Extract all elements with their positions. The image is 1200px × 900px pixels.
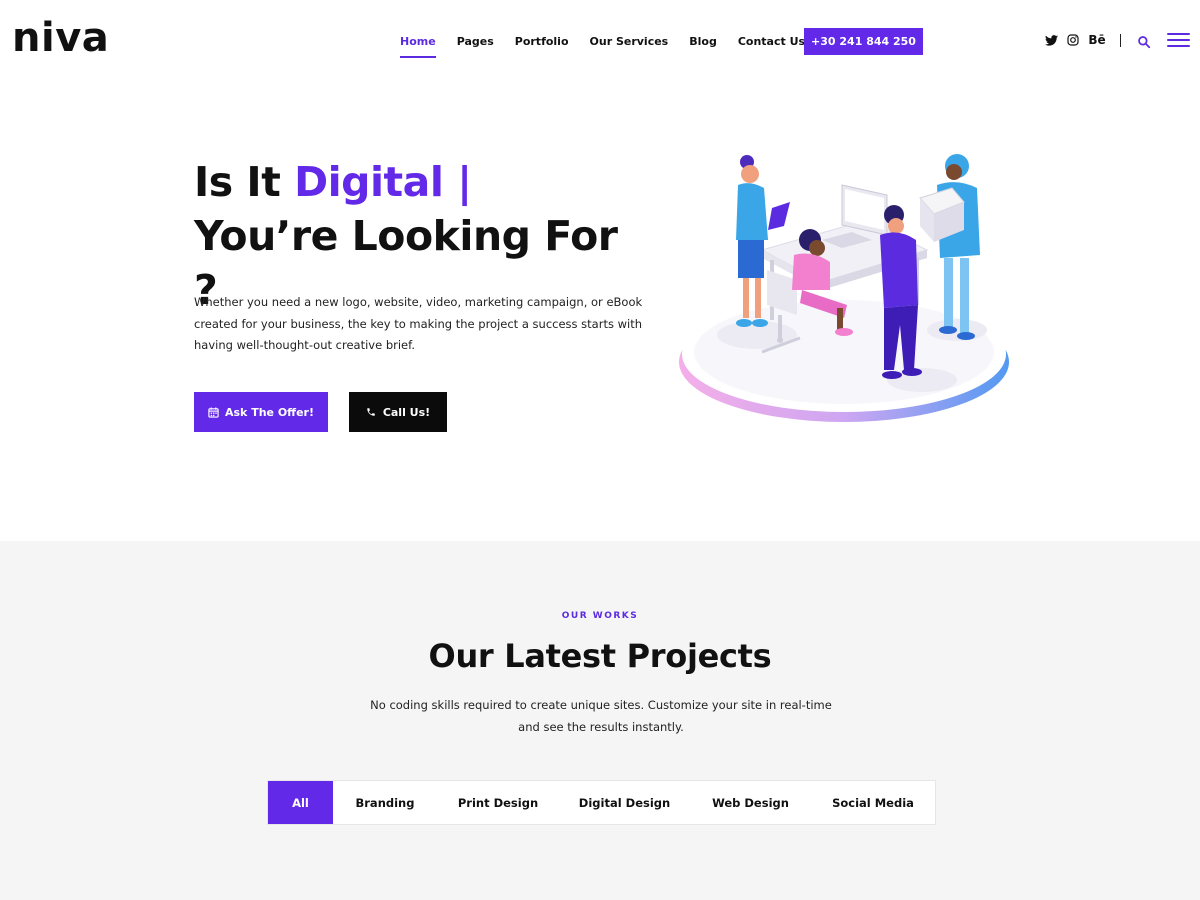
search-icon[interactable] [1137,34,1151,49]
nav-item-blog[interactable]: Blog [689,28,717,56]
calendar-icon [208,406,219,418]
works-section: OUR WORKS Our Latest Projects No coding … [0,541,1200,900]
phone-icon [366,407,377,418]
call-us-button[interactable]: Call Us! [349,392,447,432]
nav-item-our-services[interactable]: Our Services [590,28,669,56]
hero-illustration [679,154,1009,422]
filter-branding[interactable]: Branding [333,781,437,824]
hamburger-menu-icon[interactable] [1167,33,1190,49]
instagram-icon[interactable] [1066,33,1080,47]
phone-button[interactable]: +30 241 844 250 [804,28,923,55]
hero-description: Whether you need a new logo, website, vi… [194,295,643,352]
hero-title-prefix: Is It [194,158,295,206]
behance-icon[interactable]: Bē [1088,33,1105,47]
nav-item-portfolio[interactable]: Portfolio [515,28,569,56]
filter-web-design[interactable]: Web Design [690,781,811,824]
ask-offer-button[interactable]: Ask The Offer! [194,392,328,432]
site-logo[interactable]: niva [12,14,109,62]
portfolio-filter-bar: All Branding Print Design Digital Design… [267,780,936,825]
nav-item-pages[interactable]: Pages [457,28,494,56]
works-description: No coding skills required to create uniq… [370,698,832,734]
works-title: Our Latest Projects [428,637,772,675]
call-us-label: Call Us! [382,405,431,419]
site-header: niva Home Pages Portfolio Our Services B… [0,0,1200,80]
filter-print-design[interactable]: Print Design [437,781,559,824]
header-divider [1120,34,1121,47]
social-links: Bē [1044,33,1112,47]
twitter-icon[interactable] [1044,33,1058,47]
filter-digital-design[interactable]: Digital Design [559,781,690,824]
nav-item-contact-us[interactable]: Contact Us [738,28,805,56]
filter-social-media[interactable]: Social Media [811,781,935,824]
main-nav: Home Pages Portfolio Our Services Blog C… [400,28,826,58]
filter-all[interactable]: All [268,781,333,824]
works-tag: OUR WORKS [561,611,639,621]
hero-title-accent: Digital | [294,158,472,206]
ask-offer-label: Ask The Offer! [225,405,314,419]
nav-item-home[interactable]: Home [400,28,436,58]
